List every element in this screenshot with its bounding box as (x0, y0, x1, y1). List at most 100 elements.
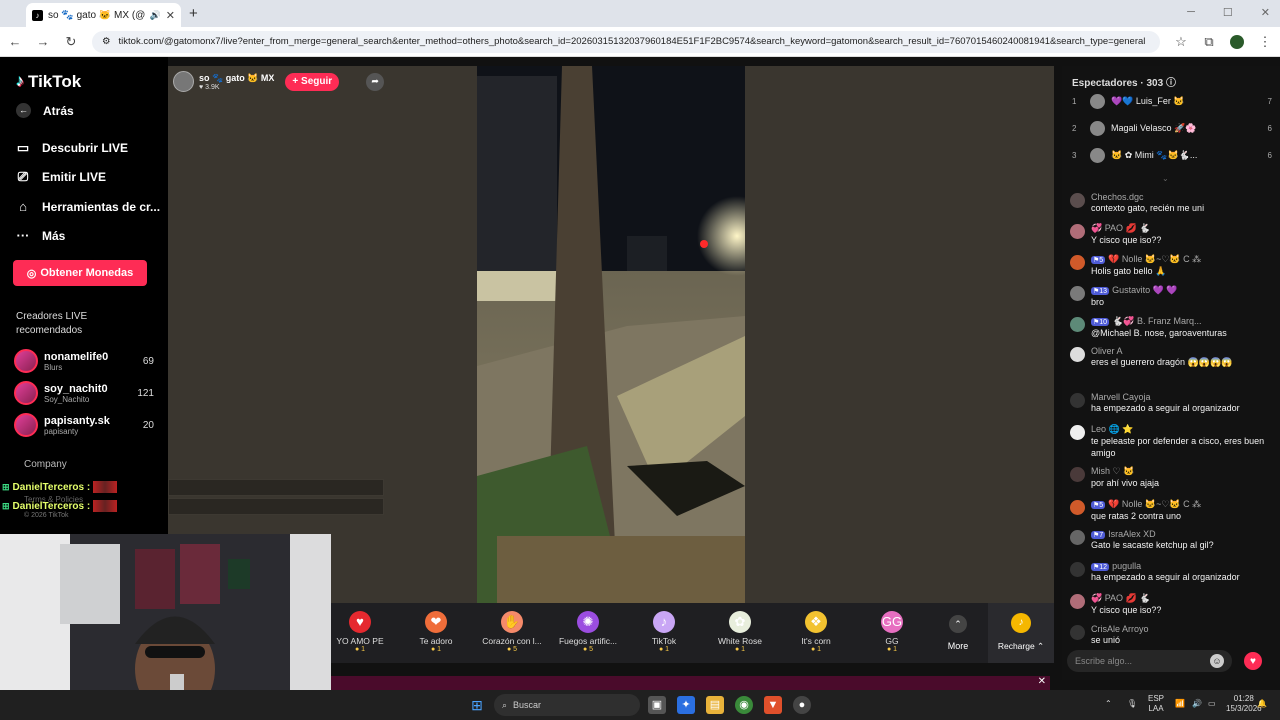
chat-avatar[interactable] (1070, 562, 1085, 577)
live-video[interactable] (477, 66, 745, 603)
chat-avatar[interactable] (1070, 594, 1085, 609)
tray-chevron-icon[interactable]: ⌃ (1105, 699, 1112, 709)
gift-item[interactable]: ❤ Te adoro ● 1 (401, 611, 471, 653)
more-gifts-button[interactable]: ⌃ More (943, 615, 973, 651)
viewer-row[interactable]: 3 🐱 ✿ Mimi 🐾🐱🐇... 6 (1072, 148, 1272, 163)
chat-avatar[interactable] (1070, 286, 1085, 301)
url-input[interactable]: ⚙ tiktok.com/@gatomonx7/live?enter_from_… (92, 30, 1160, 53)
chat-input[interactable]: Escribe algo... ☺ (1067, 650, 1232, 672)
chat-avatar[interactable] (1070, 255, 1085, 270)
nav-more[interactable]: ··· Más (16, 228, 66, 243)
reload-icon[interactable]: ↻ (64, 34, 78, 50)
forward-arrow-icon[interactable]: → (36, 34, 50, 49)
site-info-icon[interactable]: ⚙ (102, 36, 111, 47)
creator-item[interactable]: soy_nachit0 Soy_Nachito 121 (14, 381, 154, 405)
chat-text: Gato le sacaste ketchup al gil? (1091, 540, 1214, 550)
notifications-bell-icon[interactable]: 🔔 (1257, 699, 1267, 709)
tiktok-logo[interactable]: ♪ TikTok (16, 72, 81, 92)
chat-username[interactable]: Chechos.dgc (1091, 192, 1278, 202)
follow-button[interactable]: + Seguir (285, 72, 340, 91)
wifi-icon[interactable]: 📶 (1175, 699, 1185, 709)
tab-close-icon[interactable]: ✕ (166, 9, 175, 22)
nav-go-live[interactable]: ⎚ Emitir LIVE (16, 169, 106, 185)
collapse-chevron-icon[interactable]: ⌄ (1162, 174, 1169, 183)
chat-avatar[interactable] (1070, 393, 1085, 408)
copilot-icon[interactable]: ✦ (677, 696, 695, 714)
chat-avatar[interactable] (1070, 317, 1085, 332)
chat-username[interactable]: Marvell Cayoja (1091, 392, 1278, 402)
chat-username[interactable]: Mish ♡ 🐱 (1091, 466, 1278, 477)
chat-username[interactable]: 💞 PAO 💋 🐇 (1091, 223, 1278, 234)
chat-username[interactable]: ⚑5 💔 Nolle 🐱~♡🐱 C ⁂ (1091, 254, 1278, 265)
obs-icon[interactable]: ● (793, 696, 811, 714)
chat-username[interactable]: ⚑12 pugulla (1091, 561, 1278, 571)
gift-item[interactable]: ❖ It's corn ● 1 (781, 611, 851, 653)
brave-icon[interactable]: ▼ (764, 696, 782, 714)
gift-item[interactable]: ✋ Corazón con l... ● 5 (477, 611, 547, 653)
viewer-row[interactable]: 1 💜💙 Luis_Fer 🐱 7 (1072, 94, 1272, 109)
task-view-icon[interactable]: ▣ (648, 696, 666, 714)
chat-username[interactable]: ⚑10 🐇💞 B. Franz Marq... (1091, 316, 1278, 327)
browser-tab-active[interactable]: ♪ so 🐾 gato 🐱 MX (@g... 🔊 ✕ (26, 3, 181, 27)
gift-item[interactable]: ♪ TikTok ● 1 (629, 611, 699, 653)
chat-avatar[interactable] (1070, 500, 1085, 515)
emoji-icon[interactable]: ☺ (1210, 654, 1224, 668)
browser-tab-strip: ♪ so 🐾 gato 🐱 MX (@g... 🔊 ✕ + ─ ☐ ✕ (0, 0, 1280, 27)
back-arrow-icon[interactable]: ← (8, 34, 22, 49)
maximize-icon[interactable]: ☐ (1223, 6, 1233, 19)
taskbar-search[interactable]: ⌕ Buscar (494, 694, 640, 716)
chat-message: ⚑5 💔 Nolle 🐱~♡🐱 C ⁂ que ratas 2 contra uno (1070, 499, 1278, 522)
volume-icon[interactable]: 🔊 (1192, 699, 1202, 709)
profile-avatar-icon[interactable] (1230, 34, 1244, 49)
chat-avatar[interactable] (1070, 530, 1085, 545)
gift-item[interactable]: ✺ Fuegos artific... ● 5 (553, 611, 623, 653)
recharge-button[interactable]: ♪ Recharge ⌃ (988, 603, 1054, 663)
nav-discover-live[interactable]: ▭ Descubrir LIVE (16, 140, 128, 156)
gift-item[interactable]: GG GG ● 1 (857, 611, 927, 653)
chat-avatar[interactable] (1070, 425, 1085, 440)
creator-item[interactable]: papisanty.sk papisanty 20 (14, 413, 154, 437)
file-explorer-icon[interactable]: ▤ (706, 696, 724, 714)
chrome-icon[interactable]: ◉ (735, 696, 753, 714)
chat-username[interactable]: Oliver A (1091, 346, 1278, 356)
chat-avatar[interactable] (1070, 625, 1085, 640)
close-banner-icon[interactable]: ✕ (1038, 676, 1046, 687)
gift-item[interactable]: ✿ White Rose ● 1 (705, 611, 775, 653)
chat-username[interactable]: 💞 PAO 💋 🐇 (1091, 593, 1278, 604)
minimize-icon[interactable]: ─ (1187, 6, 1195, 19)
chat-username[interactable]: ⚑13 Gustavito 💜 💜 (1091, 285, 1278, 296)
gift-name: Fuegos artific... (558, 636, 618, 646)
like-heart-button[interactable]: ♥ (1244, 652, 1262, 670)
tab-audio-icon[interactable]: 🔊 (150, 10, 161, 21)
new-tab-button[interactable]: + (189, 5, 198, 22)
nav-creator-tools[interactable]: ⌂ Herramientas de cr... (16, 199, 160, 214)
language-indicator[interactable]: ESP LAA (1148, 694, 1164, 714)
creator-item[interactable]: nonamelife0 Blurs 69 (14, 349, 154, 373)
viewer-row[interactable]: 2 Magali Velasco 🚀🌸 6 (1072, 121, 1272, 136)
share-icon[interactable]: ➦ (366, 72, 385, 91)
company-link[interactable]: Company (24, 459, 67, 470)
info-icon[interactable]: ⓘ (1166, 78, 1176, 89)
gift-item[interactable]: ♥ YO AMO PE ● 1 (325, 611, 395, 653)
host-name[interactable]: so 🐾 gato 🐱 MX (199, 73, 274, 84)
extensions-icon[interactable]: ⧉ (1202, 34, 1216, 50)
chat-avatar[interactable] (1070, 193, 1085, 208)
bookmark-star-icon[interactable]: ☆ (1174, 34, 1188, 50)
chat-avatar[interactable] (1070, 347, 1085, 362)
back-link[interactable]: ← Atrás (16, 103, 74, 118)
chat-username[interactable]: ⚑5 💔 Nolle 🐱~♡🐱 C ⁂ (1091, 499, 1278, 510)
chat-avatar[interactable] (1070, 467, 1085, 482)
creator-viewers: 20 (142, 419, 154, 431)
microphone-icon[interactable]: 🎙 (1127, 699, 1137, 709)
host-avatar[interactable] (173, 71, 194, 92)
chat-avatar[interactable] (1070, 224, 1085, 239)
close-window-icon[interactable]: ✕ (1261, 6, 1270, 19)
chat-username[interactable]: Leo 🌐 ⭐ (1091, 424, 1278, 435)
chat-username[interactable]: ⚑7 IsraAlex XD (1091, 529, 1278, 539)
chat-username[interactable]: CrisAle Arroyo (1091, 624, 1278, 634)
windows-start-icon[interactable]: ⊞ (468, 696, 486, 714)
get-coins-button[interactable]: ◎ Obtener Monedas (13, 260, 147, 286)
browser-menu-icon[interactable]: ⋮ (1258, 34, 1272, 50)
alert-image (93, 481, 118, 493)
battery-icon[interactable]: ▭ (1208, 699, 1216, 709)
